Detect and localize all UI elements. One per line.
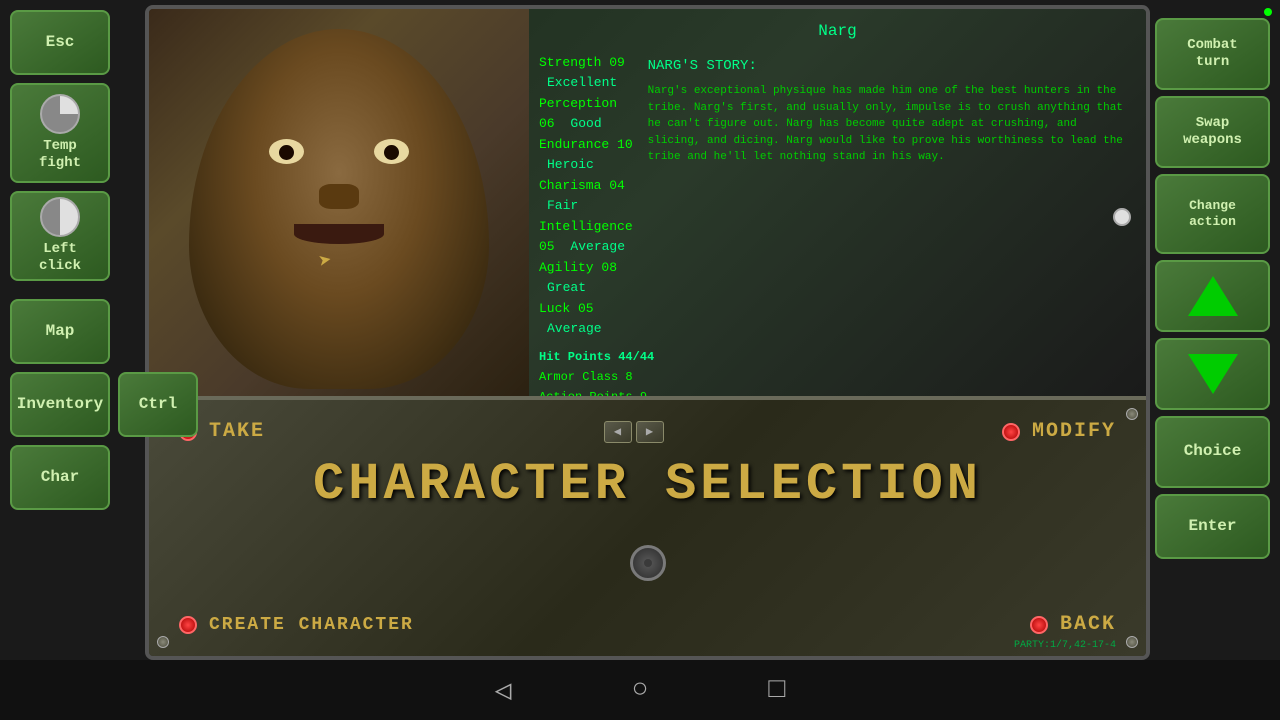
perception-stat: Perception 06 Good bbox=[539, 94, 633, 133]
portrait-area: ➤ Narg Strength 09 Excellent Perception … bbox=[149, 9, 1146, 409]
character-portrait: ➤ bbox=[149, 9, 529, 409]
left-sidebar: Esc Temp fight Left click Map Inventory … bbox=[0, 0, 150, 660]
luck-stat: Luck 05 Average bbox=[539, 299, 633, 338]
agility-stat: Agility 08 Great bbox=[539, 258, 633, 297]
back-red-dot bbox=[1030, 616, 1048, 634]
story-title: NARG'S STORY: bbox=[648, 56, 1136, 77]
rivet-bl bbox=[157, 636, 169, 648]
combat-turn-button[interactable]: Combat turn bbox=[1155, 18, 1270, 90]
arrow-down-button[interactable] bbox=[1155, 338, 1270, 410]
modify-button[interactable]: MODIFY bbox=[1002, 420, 1116, 443]
change-action-button[interactable]: Change action bbox=[1155, 174, 1270, 254]
choice-button[interactable]: Choice bbox=[1155, 416, 1270, 488]
story-text: Narg's exceptional physique has made him… bbox=[648, 83, 1136, 166]
arrow-controls: ◀ ▶ bbox=[604, 421, 664, 443]
enter-button[interactable]: Enter bbox=[1155, 494, 1270, 559]
face-mouth bbox=[294, 224, 384, 244]
charisma-stat: Charisma 04 Fair bbox=[539, 176, 633, 215]
face-nose bbox=[319, 184, 359, 209]
temp-fight-button[interactable]: Temp fight bbox=[10, 83, 110, 183]
character-name: Narg bbox=[539, 19, 1136, 43]
rivet-br bbox=[1126, 636, 1138, 648]
panel-bottom-row: CREATE CHARACTER BACK bbox=[149, 613, 1146, 636]
right-eye bbox=[374, 139, 409, 164]
modify-red-dot bbox=[1002, 423, 1020, 441]
left-click-button[interactable]: Left click bbox=[10, 191, 110, 281]
map-button[interactable]: Map bbox=[10, 299, 110, 364]
temp-icon bbox=[40, 94, 80, 134]
endurance-stat: Endurance 10 Heroic bbox=[539, 135, 633, 174]
intelligence-stat: Intelligence 05 Average bbox=[539, 217, 633, 256]
home-nav-icon[interactable]: ○ bbox=[632, 675, 649, 706]
center-knob[interactable] bbox=[630, 545, 666, 581]
right-arrow-control[interactable]: ▶ bbox=[636, 421, 664, 443]
main-game-area: ➤ Narg Strength 09 Excellent Perception … bbox=[145, 5, 1150, 660]
story-section: NARG'S STORY: Narg's exceptional physiqu… bbox=[648, 56, 1136, 340]
party-info: PARTY:1/7,42-17-4 bbox=[1014, 640, 1116, 651]
arrow-up-button[interactable] bbox=[1155, 260, 1270, 332]
strength-stat: Strength 09 Excellent bbox=[539, 53, 633, 92]
up-arrow-icon bbox=[1188, 276, 1238, 316]
back-nav-icon[interactable]: ◁ bbox=[495, 673, 512, 708]
face-simulation bbox=[189, 29, 489, 389]
back-button[interactable]: BACK bbox=[1030, 613, 1116, 636]
inventory-button[interactable]: Inventory bbox=[10, 372, 110, 437]
swap-weapons-button[interactable]: Swap weapons bbox=[1155, 96, 1270, 168]
stats-section: Strength 09 Excellent Perception 06 Good… bbox=[539, 51, 1136, 340]
down-arrow-icon bbox=[1188, 354, 1238, 394]
left-arrow-control[interactable]: ◀ bbox=[604, 421, 632, 443]
face-eyes bbox=[269, 139, 409, 164]
create-red-dot bbox=[179, 616, 197, 634]
left-eye bbox=[269, 139, 304, 164]
recent-nav-icon[interactable]: □ bbox=[768, 675, 785, 706]
create-character-button[interactable]: CREATE CHARACTER bbox=[179, 615, 414, 635]
panel-title: CHARACTER SELECTION bbox=[149, 455, 1146, 514]
hit-points: Hit Points 44/44 bbox=[539, 348, 1136, 366]
left-click-icon bbox=[40, 197, 80, 237]
ctrl-button[interactable]: Ctrl bbox=[118, 372, 198, 437]
panel-top-row: TAKE ◀ ▶ MODIFY bbox=[149, 420, 1146, 443]
signal-indicator bbox=[1264, 8, 1272, 18]
scroll-indicator[interactable] bbox=[1113, 208, 1131, 226]
character-info: Narg Strength 09 Excellent Perception 06… bbox=[539, 19, 1136, 396]
navigation-bar: ◁ ○ □ bbox=[0, 660, 1280, 720]
char-button[interactable]: Char bbox=[10, 445, 110, 510]
rivet-tr bbox=[1126, 408, 1138, 420]
right-sidebar: Combat turn Swap weapons Change action C… bbox=[1145, 0, 1280, 660]
armor-class: Armor Class 8 bbox=[539, 368, 1136, 386]
character-selection-panel: TAKE ◀ ▶ MODIFY CHARACTER SELECTION CREA… bbox=[149, 396, 1146, 656]
esc-button[interactable]: Esc bbox=[10, 10, 110, 75]
